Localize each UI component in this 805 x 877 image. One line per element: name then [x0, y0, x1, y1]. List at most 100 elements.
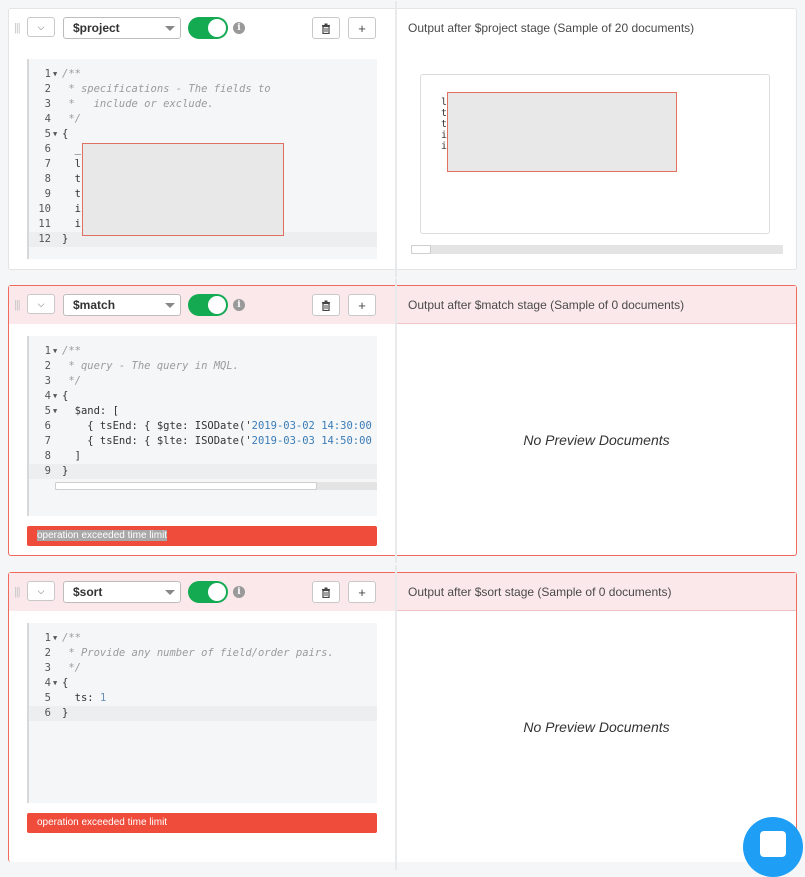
line-number: 1	[44, 345, 51, 357]
trash-icon	[322, 23, 330, 34]
line-number: 5	[44, 692, 51, 704]
code-line: 6}	[29, 706, 377, 721]
fold-arrow-icon[interactable]: ▼	[53, 67, 57, 82]
error-text: operation exceeded time limit	[37, 530, 168, 541]
code-line: 1 ▼ /**	[29, 631, 377, 646]
redacted-region	[82, 143, 284, 236]
line-number: 1	[44, 632, 51, 644]
number-literal: 1	[99, 692, 107, 704]
delete-stage-button[interactable]	[312, 294, 340, 316]
plus-icon: +	[358, 297, 366, 313]
plus-icon: +	[358, 20, 366, 36]
stage-toggle[interactable]	[188, 17, 228, 39]
code-text: */	[62, 662, 81, 674]
code-editor[interactable]: 1 ▼/** 2 * query - The query in MQL. 3 */4 ▼…	[27, 336, 377, 516]
dropdown-caret-icon	[165, 590, 175, 595]
operator-value: $match	[73, 298, 116, 312]
chat-button[interactable]	[743, 817, 803, 877]
code-text: */	[62, 113, 81, 125]
operator-select[interactable]: $sort	[63, 581, 181, 603]
fold-arrow-icon[interactable]: ▼	[53, 631, 57, 646]
drag-handle-icon[interactable]: |||	[14, 586, 24, 598]
line-number: 6	[44, 420, 51, 432]
code-text: */	[62, 375, 81, 387]
line-number: 6	[44, 707, 51, 719]
line-number: 1	[44, 68, 51, 80]
operator-value: $sort	[73, 585, 103, 599]
code-line: 7 { tsEnd: { $lte: ISODate('2019-03-03 1…	[29, 434, 377, 449]
code-line: 3 */	[29, 374, 377, 389]
code-text: }	[62, 707, 69, 719]
code-text: t	[62, 188, 81, 200]
preview-scrollbar[interactable]	[411, 245, 783, 254]
delete-stage-button[interactable]	[312, 581, 340, 603]
code-line: 2 * specifications - The fields to	[29, 82, 377, 97]
code-line: 3 */	[29, 661, 377, 676]
output-header: Output after $sort stage (Sample of 0 do…	[397, 573, 796, 611]
line-number: 7	[44, 158, 51, 170]
line-number: 10	[38, 203, 51, 215]
output-header: Output after $project stage (Sample of 2…	[408, 21, 695, 35]
fold-arrow-icon[interactable]: ▼	[53, 676, 57, 691]
code-line: 2 * query - The query in MQL.	[29, 359, 377, 374]
code-line: 2 * Provide any number of field/order pa…	[29, 646, 377, 661]
operator-select[interactable]: $project	[63, 17, 181, 39]
fold-arrow-icon[interactable]: ▼	[53, 389, 57, 404]
add-stage-button[interactable]: +	[348, 17, 376, 39]
code-text: }	[62, 465, 69, 477]
info-icon[interactable]: i	[233, 586, 245, 598]
scrollbar-thumb[interactable]	[411, 245, 431, 254]
editor-scrollbar[interactable]	[55, 482, 377, 490]
code-text: { tsEnd: { $gte: ISODate('2019-03-02 14:…	[62, 420, 372, 432]
dropdown-caret-icon	[165, 303, 175, 308]
string-literal: 2019-03-03 14:50:00	[251, 435, 372, 447]
scrollbar-thumb[interactable]	[55, 482, 317, 490]
line-number: 4	[44, 677, 51, 689]
collapse-button[interactable]: ⌵	[27, 294, 55, 314]
stage-sort: ||| ⌵ $sort i + Output after $sort stage…	[8, 565, 797, 870]
error-message: operation exceeded time limit	[27, 526, 377, 546]
fold-arrow-icon[interactable]: ▼	[53, 344, 57, 359]
code-text: ]	[62, 450, 81, 462]
toggle-knob	[208, 296, 226, 314]
line-number: 12	[38, 233, 51, 245]
chat-icon	[760, 831, 786, 857]
drag-handle-icon[interactable]: |||	[14, 22, 24, 34]
add-stage-button[interactable]: +	[348, 581, 376, 603]
code-text: i	[62, 218, 81, 230]
code-line: 6 { tsEnd: { $gte: ISODate('2019-03-02 1…	[29, 419, 377, 434]
string-literal: 2019-03-02 14:30:00	[251, 420, 372, 432]
line-number: 3	[44, 98, 51, 110]
code-editor[interactable]: 1 ▼/** 2 * Provide any number of field/ord…	[27, 623, 377, 803]
info-icon[interactable]: i	[233, 22, 245, 34]
chevron-down-icon: ⌵	[37, 21, 45, 32]
info-icon[interactable]: i	[233, 299, 245, 311]
delete-stage-button[interactable]	[312, 17, 340, 39]
code-text: ts: 1	[62, 692, 107, 704]
stage-toggle[interactable]	[188, 294, 228, 316]
code-line: 8 ]	[29, 449, 377, 464]
line-number: 4	[44, 113, 51, 125]
error-message: operation exceeded time limit	[27, 813, 377, 833]
fold-arrow-icon[interactable]: ▼	[53, 404, 57, 419]
code-text: * Provide any number of field/order pair…	[62, 647, 334, 659]
code-text: {	[62, 390, 69, 402]
drag-handle-icon[interactable]: |||	[14, 299, 24, 311]
collapse-button[interactable]: ⌵	[27, 581, 55, 601]
code-text: /**	[62, 345, 81, 357]
fold-arrow-icon[interactable]: ▼	[53, 127, 57, 142]
stage-toggle[interactable]	[188, 581, 228, 603]
operator-select[interactable]: $match	[63, 294, 181, 316]
toggle-knob	[208, 19, 226, 37]
code-text: }	[62, 233, 69, 245]
line-number: 11	[38, 218, 51, 230]
line-number: 7	[44, 435, 51, 447]
code-text: i	[62, 203, 81, 215]
line-number: 3	[44, 375, 51, 387]
code-line: 4 */	[29, 112, 377, 127]
redacted-region	[447, 92, 677, 172]
collapse-button[interactable]: ⌵	[27, 17, 55, 37]
stage-toolbar: ||| ⌵ $sort i +	[9, 573, 395, 611]
add-stage-button[interactable]: +	[348, 294, 376, 316]
output-header: Output after $match stage (Sample of 0 d…	[397, 286, 796, 324]
